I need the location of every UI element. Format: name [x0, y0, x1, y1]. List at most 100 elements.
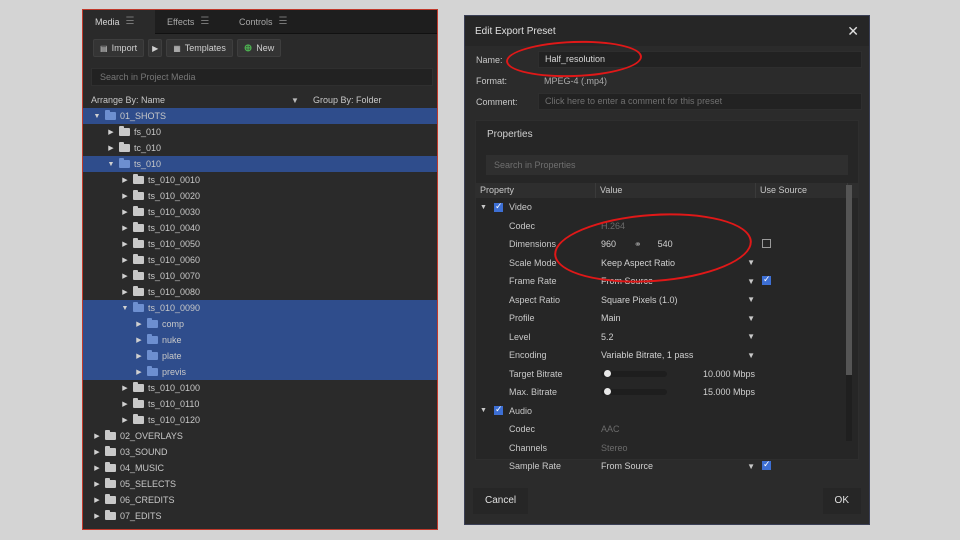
chevron-down-icon[interactable]: ▼: [105, 161, 117, 168]
property-select[interactable]: 5.2 ▼: [601, 332, 755, 342]
use-source-checkbox[interactable]: [762, 238, 771, 248]
chevron-right-icon[interactable]: ▶: [133, 352, 145, 360]
tree-row[interactable]: ▶ 07_EDITS: [83, 508, 437, 524]
tab-effects[interactable]: Effects ☰: [155, 10, 227, 34]
tree-row[interactable]: ▶ ts_010_0070: [83, 268, 437, 284]
slider-handle[interactable]: [604, 388, 612, 396]
import-menu-button[interactable]: ▶: [148, 39, 163, 57]
group-by-select[interactable]: Group By: Folder: [313, 95, 382, 105]
tree-row[interactable]: ▶ 03_SOUND: [83, 444, 437, 460]
chevron-right-icon[interactable]: ▶: [91, 448, 103, 456]
tree-row[interactable]: ▶ 04_MUSIC: [83, 460, 437, 476]
chevron-right-icon[interactable]: ▶: [119, 384, 131, 392]
column-use-source[interactable]: Use Source: [756, 183, 848, 198]
close-icon[interactable]: ✕: [847, 23, 859, 40]
chevron-down-icon[interactable]: ▼: [747, 462, 755, 471]
arrange-by-select[interactable]: Arrange By: Name: [91, 95, 291, 105]
hamburger-icon[interactable]: ☰: [279, 10, 288, 34]
tree-row[interactable]: ▶ 02_OVERLAYS: [83, 428, 437, 444]
tree-row[interactable]: ▶ tc_010: [83, 140, 437, 156]
tree-row[interactable]: ▶ ts_010_0050: [83, 236, 437, 252]
media-search-input[interactable]: Search in Project Media: [91, 68, 433, 86]
tree-row[interactable]: ▶ ts_010_0100: [83, 380, 437, 396]
chevron-down-icon[interactable]: ▼: [747, 258, 755, 267]
slider-track[interactable]: [601, 388, 667, 396]
templates-button[interactable]: ▦ Templates: [166, 39, 233, 57]
chevron-down-icon[interactable]: ▼: [480, 204, 494, 211]
property-select[interactable]: Variable Bitrate, 1 pass ▼: [601, 350, 755, 360]
chevron-right-icon[interactable]: ▶: [119, 400, 131, 408]
chevron-right-icon[interactable]: ▶: [119, 176, 131, 184]
cancel-button[interactable]: Cancel: [473, 488, 529, 514]
comment-input[interactable]: Click here to enter a comment for this p…: [538, 93, 862, 110]
tree-row[interactable]: ▶ 06_CREDITS: [83, 492, 437, 508]
tree-row[interactable]: ▶ previs: [83, 364, 437, 380]
slider-track[interactable]: [601, 369, 667, 377]
chevron-down-icon[interactable]: ▼: [747, 314, 755, 323]
chevron-right-icon[interactable]: ▶: [133, 320, 145, 328]
properties-scrollbar[interactable]: [846, 185, 852, 441]
chevron-down-icon[interactable]: ▼: [747, 332, 755, 341]
group-enable-checkbox[interactable]: [494, 201, 503, 212]
tree-row[interactable]: ▶ ts_010_0030: [83, 204, 437, 220]
chevron-right-icon[interactable]: ▶: [119, 240, 131, 248]
new-button[interactable]: ⊕ New: [236, 39, 282, 57]
slider-value[interactable]: 15.000 Mbps: [703, 387, 755, 397]
tab-controls[interactable]: Controls ☰: [227, 10, 299, 34]
hamburger-icon[interactable]: ☰: [200, 10, 209, 34]
chevron-right-icon[interactable]: ▶: [105, 144, 117, 152]
tree-row[interactable]: ▶ plate: [83, 348, 437, 364]
chevron-down-icon[interactable]: ▼: [747, 277, 755, 286]
import-button[interactable]: ▤ Import: [93, 39, 145, 57]
name-input[interactable]: Half_resolution: [538, 51, 862, 68]
chevron-right-icon[interactable]: ▶: [119, 224, 131, 232]
chevron-right-icon[interactable]: ▶: [91, 480, 103, 488]
column-property[interactable]: Property: [476, 183, 596, 198]
tree-row[interactable]: ▶ ts_010_0060: [83, 252, 437, 268]
property-select[interactable]: Square Pixels (1.0) ▼: [601, 295, 755, 305]
use-source-checkbox[interactable]: [762, 459, 771, 470]
tree-row[interactable]: ▼ ts_010_0090: [83, 300, 437, 316]
chevron-right-icon[interactable]: ▶: [91, 432, 103, 440]
height-input[interactable]: 540: [658, 239, 673, 249]
tree-row[interactable]: ▶ nuke: [83, 332, 437, 348]
chevron-right-icon[interactable]: ▶: [91, 464, 103, 472]
chevron-right-icon[interactable]: ▶: [133, 336, 145, 344]
column-value[interactable]: Value: [596, 183, 756, 198]
chevron-down-icon[interactable]: ▼: [747, 351, 755, 360]
property-select[interactable]: From Source ▼: [601, 276, 755, 286]
property-select[interactable]: From Source ▼: [601, 461, 755, 471]
tree-row[interactable]: ▶ ts_010_0080: [83, 284, 437, 300]
property-select[interactable]: Keep Aspect Ratio ▼: [601, 258, 755, 268]
chevron-down-icon[interactable]: ▼: [480, 407, 494, 414]
chevron-right-icon[interactable]: ▶: [119, 208, 131, 216]
tree-row[interactable]: ▶ ts_010_0120: [83, 412, 437, 428]
tree-row[interactable]: ▼ 01_SHOTS: [83, 108, 437, 124]
use-source-checkbox[interactable]: [762, 274, 771, 285]
chevron-right-icon[interactable]: ▶: [133, 368, 145, 376]
ok-button[interactable]: OK: [822, 488, 861, 514]
chevron-right-icon[interactable]: ▶: [119, 256, 131, 264]
hamburger-icon[interactable]: ☰: [126, 10, 135, 34]
chevron-right-icon[interactable]: ▶: [105, 128, 117, 136]
tree-row[interactable]: ▼ ts_010: [83, 156, 437, 172]
tab-media[interactable]: Media ☰: [83, 10, 155, 34]
width-input[interactable]: 960: [601, 239, 616, 249]
slider-value[interactable]: 10.000 Mbps: [703, 369, 755, 379]
scrollbar-thumb[interactable]: [846, 185, 852, 375]
group-enable-checkbox[interactable]: [494, 404, 503, 416]
chevron-down-icon[interactable]: ▼: [291, 96, 313, 105]
slider-handle[interactable]: [604, 369, 612, 377]
tree-row[interactable]: ▶ comp: [83, 316, 437, 332]
tree-row[interactable]: ▶ 05_SELECTS: [83, 476, 437, 492]
chevron-right-icon[interactable]: ▶: [119, 192, 131, 200]
chevron-down-icon[interactable]: ▼: [747, 295, 755, 304]
tree-row[interactable]: ▶ ts_010_0110: [83, 396, 437, 412]
property-select[interactable]: Main ▼: [601, 313, 755, 323]
tree-row[interactable]: ▶ ts_010_0020: [83, 188, 437, 204]
chevron-right-icon[interactable]: ▶: [119, 272, 131, 280]
chevron-down-icon[interactable]: ▼: [91, 113, 103, 120]
tree-row[interactable]: ▶ ts_010_0010: [83, 172, 437, 188]
chevron-down-icon[interactable]: ▼: [119, 305, 131, 312]
properties-search-input[interactable]: Search in Properties: [486, 155, 848, 175]
